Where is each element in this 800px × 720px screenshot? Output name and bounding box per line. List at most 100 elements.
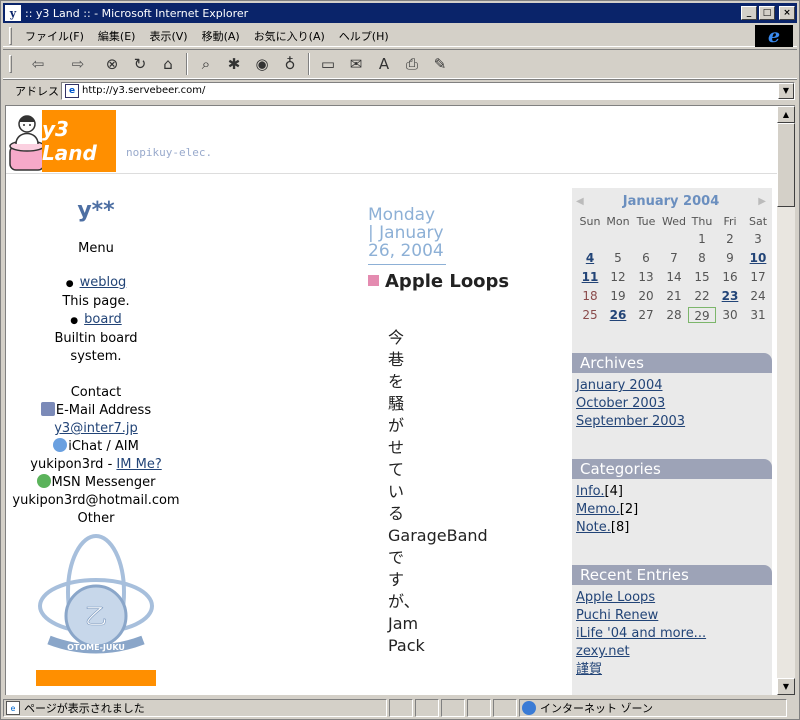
recent-entries-list: Apple Loops Puchi Renew iLife '04 and mo… bbox=[572, 585, 772, 679]
scroll-down-icon[interactable]: ▼ bbox=[777, 678, 795, 695]
menubar-grip[interactable] bbox=[9, 26, 12, 45]
calendar-day-link[interactable]: 4 bbox=[576, 250, 604, 266]
recent-entry-link[interactable]: iLife '04 and more... bbox=[576, 626, 706, 641]
menu-help[interactable]: ヘルプ(H) bbox=[332, 26, 396, 46]
scroll-thumb[interactable] bbox=[777, 123, 795, 207]
address-bar: アドレス e http://y3.servebeer.com/ ▼ bbox=[3, 79, 797, 101]
search-icon[interactable]: ⌕ bbox=[194, 52, 218, 76]
edit-icon[interactable]: ✎ bbox=[428, 52, 452, 76]
home-icon[interactable]: ⌂ bbox=[156, 52, 180, 76]
window-title: :: y3 Land :: - Microsoft Internet Explo… bbox=[25, 6, 249, 20]
print-icon[interactable]: ⎙ bbox=[400, 52, 424, 76]
mail-icon[interactable]: ✉ bbox=[344, 52, 368, 76]
other-heading: Other bbox=[77, 511, 115, 526]
page-viewport: y3 Land nopikuy-elec. y** Menu ● weblog T… bbox=[5, 105, 777, 695]
ichat-icon bbox=[53, 438, 68, 452]
calendar-day: 3 bbox=[754, 232, 762, 246]
channels-icon[interactable]: ♁ bbox=[278, 52, 302, 76]
page-favicon-icon: y bbox=[5, 5, 21, 21]
weblog-link[interactable]: weblog bbox=[80, 275, 127, 290]
maximize-button[interactable]: □ bbox=[759, 6, 775, 20]
menu-heading: Menu bbox=[78, 241, 114, 256]
recent-entry-link[interactable]: Apple Loops bbox=[576, 590, 655, 605]
otome-juku-emblem-icon[interactable]: 乙 OTOME-JUKU bbox=[35, 532, 157, 662]
menu-view[interactable]: 表示(V) bbox=[142, 26, 194, 46]
calendar-weekday: Sun bbox=[579, 215, 601, 228]
contact-heading: Contact bbox=[70, 385, 122, 400]
address-input[interactable]: e http://y3.servebeer.com/ ▼ bbox=[61, 81, 795, 100]
vertical-scrollbar[interactable]: ▲ ▼ bbox=[777, 105, 795, 695]
minimize-button[interactable]: _ bbox=[741, 6, 757, 20]
email-link[interactable]: y3@inter7.jp bbox=[54, 421, 138, 436]
entry-body-line: Jam bbox=[388, 614, 419, 633]
archive-link[interactable]: January 2004 bbox=[576, 378, 663, 393]
ichat-row: iChat / AIM bbox=[10, 438, 182, 456]
right-sidebar: ◀ January 2004 ▶ Sun Mon Tue Wed Thu Fri Sat 1 2… bbox=[572, 188, 772, 695]
status-pane bbox=[415, 699, 439, 717]
category-link[interactable]: Info. bbox=[576, 484, 605, 499]
category-link[interactable]: Memo. bbox=[576, 502, 620, 517]
site-logo[interactable]: y3 Land bbox=[42, 110, 116, 172]
ichat-user: yukipon3rd bbox=[30, 457, 104, 472]
favorites-icon[interactable]: ✱ bbox=[222, 52, 246, 76]
recent-entry-link[interactable]: zexy.net bbox=[576, 644, 630, 659]
entry-body-line: す bbox=[388, 570, 405, 589]
categories-list: Info.[4] Memo.[2] Note.[8] bbox=[572, 479, 772, 537]
entry-body-line: を bbox=[388, 372, 405, 391]
forward-icon[interactable]: ⇨ bbox=[60, 52, 96, 76]
stop-icon[interactable]: ⊗ bbox=[100, 52, 124, 76]
menu-bar: ファイル(F) 編集(E) 表示(V) 移動(A) お気に入り(A) ヘルプ(H… bbox=[3, 25, 797, 47]
calendar-day-link[interactable]: 11 bbox=[576, 269, 604, 285]
entry-body-line: る bbox=[388, 504, 405, 523]
calendar-day-link[interactable]: 10 bbox=[744, 250, 772, 266]
status-pane bbox=[493, 699, 517, 717]
category-link[interactable]: Note. bbox=[576, 520, 611, 535]
calendar-day: 15 bbox=[694, 270, 710, 284]
entry-body-line: い bbox=[388, 482, 405, 501]
title-marker-icon bbox=[368, 275, 379, 286]
category-count: [2] bbox=[619, 502, 639, 517]
orange-banner[interactable] bbox=[36, 670, 156, 686]
bullet-icon: ● bbox=[70, 316, 79, 326]
main-content: Monday | January 26, 2004 Apple Loops 今巷… bbox=[368, 206, 568, 657]
title-bar[interactable]: y :: y3 Land :: - Microsoft Internet Exp… bbox=[3, 3, 797, 23]
address-dropdown-icon[interactable]: ▼ bbox=[778, 82, 794, 99]
toolbar-grip[interactable] bbox=[9, 55, 12, 73]
close-button[interactable]: × bbox=[779, 6, 795, 20]
security-zone-pane: インターネット ゾーン bbox=[519, 699, 787, 717]
calendar-next-icon[interactable]: ▶ bbox=[758, 196, 766, 207]
refresh-icon[interactable]: ↻ bbox=[128, 52, 152, 76]
calendar-blank bbox=[604, 231, 632, 247]
fullscreen-icon[interactable]: ▭ bbox=[316, 52, 340, 76]
calendar-day-link[interactable]: 26 bbox=[604, 307, 632, 323]
recent-entry-link[interactable]: 謹賀 bbox=[576, 662, 602, 677]
calendar-day: 28 bbox=[666, 308, 682, 322]
im-me-link[interactable]: IM Me? bbox=[116, 457, 161, 472]
calendar-day: 1 bbox=[698, 232, 706, 246]
calendar-day: 13 bbox=[638, 270, 654, 284]
category-count: [8] bbox=[610, 520, 630, 535]
archive-link[interactable]: October 2003 bbox=[576, 396, 665, 411]
font-size-icon[interactable]: A bbox=[372, 52, 396, 76]
menu-go[interactable]: 移動(A) bbox=[195, 26, 247, 46]
board-description: Builtin board system. bbox=[54, 331, 138, 364]
history-icon[interactable]: ◉ bbox=[250, 52, 274, 76]
calendar-day-link[interactable]: 23 bbox=[716, 288, 744, 304]
entry-body-line: て bbox=[388, 460, 405, 479]
back-icon[interactable]: ⇦ bbox=[20, 52, 56, 76]
menu-favorites[interactable]: お気に入り(A) bbox=[247, 26, 332, 46]
entry-body-line: が bbox=[388, 416, 405, 435]
ichat-user-row: yukipon3rd - IM Me? bbox=[10, 456, 182, 474]
recent-entry-link[interactable]: Puchi Renew bbox=[576, 608, 658, 623]
archives-list: January 2004 October 2003 September 2003 bbox=[572, 373, 772, 431]
board-link[interactable]: board bbox=[84, 312, 122, 327]
calendar-blank bbox=[576, 231, 604, 247]
address-url[interactable]: http://y3.servebeer.com/ bbox=[82, 85, 205, 96]
menu-edit[interactable]: 編集(E) bbox=[91, 26, 143, 46]
menu-file[interactable]: ファイル(F) bbox=[18, 26, 91, 46]
archive-link[interactable]: September 2003 bbox=[576, 414, 685, 429]
calendar-blank bbox=[632, 231, 660, 247]
calendar-prev-icon[interactable]: ◀ bbox=[576, 196, 584, 207]
scroll-up-icon[interactable]: ▲ bbox=[777, 106, 795, 123]
email-row: E-Mail Address bbox=[10, 402, 182, 420]
